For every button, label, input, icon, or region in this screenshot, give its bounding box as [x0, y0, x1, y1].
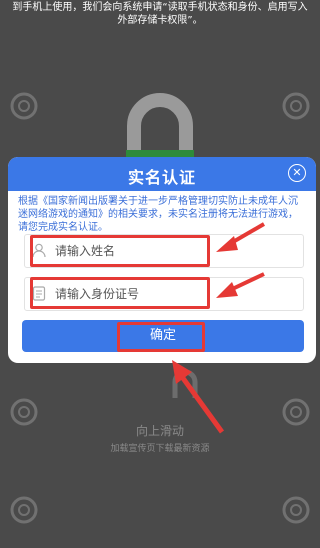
- highlight-box-name: [30, 235, 210, 267]
- dialog-header: 实名认证 ✕: [8, 157, 316, 191]
- highlight-box-confirm: [117, 322, 205, 352]
- gear-icon: [282, 496, 310, 524]
- dialog-title: 实名认证: [127, 168, 196, 187]
- gear-icon: [10, 496, 38, 524]
- arrow-icon: [216, 222, 266, 252]
- arrow-icon: [172, 360, 225, 434]
- close-button[interactable]: ✕: [288, 164, 306, 182]
- highlight-box-id: [30, 277, 210, 309]
- gear-icon: [282, 92, 310, 120]
- background-permission-text: 到手机上使用，我们会向系统申请“读取手机状态和身份、启用写入外部存储卡权限”。: [12, 2, 308, 26]
- arrow-icon: [216, 272, 265, 298]
- loading-hint-text: 加载宣传页下载最新资源: [110, 444, 210, 454]
- close-icon: ✕: [292, 166, 302, 179]
- swipe-up-text: 向上滑动: [135, 424, 184, 438]
- gear-icon: [10, 92, 38, 120]
